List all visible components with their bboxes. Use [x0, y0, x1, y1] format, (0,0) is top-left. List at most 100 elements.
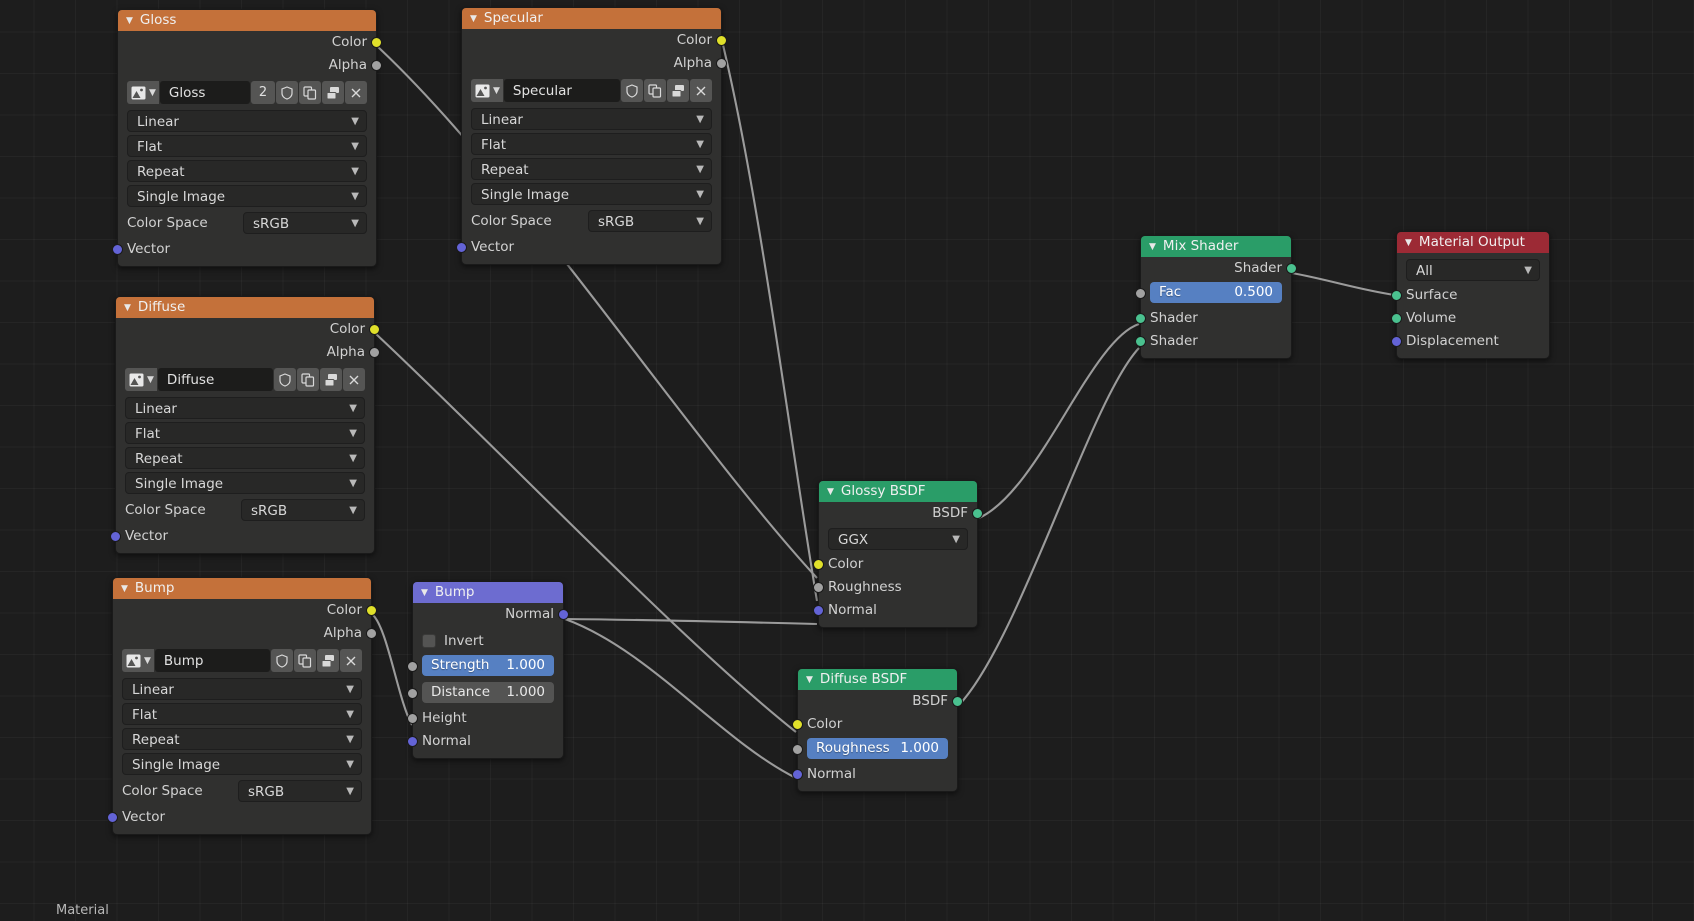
colorspace-dropdown[interactable]: sRGB ▼: [243, 212, 367, 234]
output-socket-alpha[interactable]: Alpha: [462, 52, 727, 75]
socket-roughness-in[interactable]: [792, 744, 803, 755]
collapse-triangle-icon[interactable]: ▼: [124, 298, 131, 319]
output-socket-alpha[interactable]: Alpha: [118, 54, 382, 77]
input-socket-roughness[interactable]: Roughness: [813, 576, 977, 599]
socket-normal-in[interactable]: [407, 735, 418, 747]
output-socket-color[interactable]: Color: [116, 318, 380, 341]
image-datablock-toolbar[interactable]: ▼ Diffuse: [125, 368, 365, 391]
input-socket-shader-2[interactable]: Shader: [1135, 330, 1291, 353]
image-datablock-icon[interactable]: ▼: [125, 368, 157, 391]
image-datablock-toolbar[interactable]: ▼ Bump: [122, 649, 362, 672]
image-name-field[interactable]: Bump: [154, 649, 270, 672]
close-icon[interactable]: [690, 79, 712, 102]
input-socket-vector[interactable]: Vector: [112, 238, 376, 261]
socket-bsdf-out[interactable]: [952, 695, 963, 707]
socket-distance-in[interactable]: [407, 688, 418, 699]
input-socket-height[interactable]: Height: [407, 707, 563, 730]
render-result-icon[interactable]: [322, 81, 344, 104]
socket-surface-in[interactable]: [1391, 289, 1402, 301]
input-socket-vector[interactable]: Vector: [456, 236, 721, 259]
projection-dropdown[interactable]: Flat ▼: [125, 422, 365, 444]
node-mix-shader[interactable]: ▼ Mix Shader Shader Fac 0.500 Shader Shade…: [1135, 235, 1297, 359]
socket-normal-out[interactable]: [558, 608, 569, 620]
colorspace-dropdown[interactable]: sRGB ▼: [241, 499, 365, 521]
node-header-bump[interactable]: ▼ Bump: [413, 582, 563, 603]
distance-slider-row[interactable]: Distance 1.000: [407, 682, 563, 707]
roughness-slider-row[interactable]: Roughness 1.000: [792, 738, 957, 763]
socket-alpha-out[interactable]: [371, 59, 382, 71]
image-datablock-icon[interactable]: ▼: [471, 79, 503, 102]
socket-shader-out[interactable]: [1286, 262, 1297, 274]
output-socket-alpha[interactable]: Alpha: [116, 341, 380, 364]
node-diffuse-image-texture[interactable]: ▼ Diffuse Color Alpha ▼ Diffuse Linear ▼…: [110, 296, 380, 554]
node-bump[interactable]: ▼ Bump Normal Invert Strength 1.000 Distan…: [407, 581, 569, 759]
input-socket-vector[interactable]: Vector: [107, 806, 371, 829]
duplicate-icon[interactable]: [644, 79, 666, 102]
image-datablock-icon[interactable]: ▼: [122, 649, 154, 672]
render-result-icon[interactable]: [317, 649, 339, 672]
socket-alpha-out[interactable]: [366, 627, 377, 639]
interpolation-dropdown[interactable]: Linear ▼: [125, 397, 365, 419]
output-socket-shader[interactable]: Shader: [1141, 257, 1297, 280]
collapse-triangle-icon[interactable]: ▼: [806, 670, 813, 691]
socket-roughness-in[interactable]: [813, 581, 824, 593]
input-socket-normal[interactable]: Normal: [407, 730, 563, 753]
socket-color-out[interactable]: [716, 34, 727, 46]
socket-bsdf-out[interactable]: [972, 507, 983, 519]
input-socket-volume[interactable]: Volume: [1391, 307, 1549, 330]
chevron-down-icon[interactable]: ▼: [147, 375, 154, 385]
shield-icon[interactable]: [274, 368, 296, 391]
socket-normal-in[interactable]: [792, 768, 803, 780]
socket-vector-in[interactable]: [107, 811, 118, 823]
fac-slider[interactable]: Fac 0.500: [1150, 282, 1282, 303]
socket-shader-in-1[interactable]: [1135, 312, 1146, 324]
node-header-gloss[interactable]: ▼ Gloss: [118, 10, 376, 31]
node-editor-canvas[interactable]: ▼ Gloss Color Alpha ▼ Gloss 2 Linear ▼ F…: [0, 0, 1694, 921]
socket-color-in[interactable]: [792, 718, 803, 730]
colorspace-dropdown[interactable]: sRGB ▼: [588, 210, 712, 232]
source-dropdown[interactable]: Single Image ▼: [127, 185, 367, 207]
node-header-glossy-bsdf[interactable]: ▼ Glossy BSDF: [819, 481, 977, 502]
close-icon[interactable]: [345, 81, 367, 104]
invert-checkbox-row[interactable]: Invert: [413, 629, 563, 653]
node-header-diffuse-texture[interactable]: ▼ Diffuse: [116, 297, 374, 318]
collapse-triangle-icon[interactable]: ▼: [827, 482, 834, 503]
extension-dropdown[interactable]: Repeat ▼: [122, 728, 362, 750]
node-header-bump-texture[interactable]: ▼ Bump: [113, 578, 371, 599]
socket-strength-in[interactable]: [407, 661, 418, 672]
target-dropdown[interactable]: All ▼: [1406, 259, 1540, 281]
interpolation-dropdown[interactable]: Linear ▼: [471, 108, 712, 130]
chevron-down-icon[interactable]: ▼: [493, 86, 500, 96]
render-result-icon[interactable]: [320, 368, 342, 391]
socket-vector-in[interactable]: [112, 243, 123, 255]
render-result-icon[interactable]: [667, 79, 689, 102]
input-socket-surface[interactable]: Surface: [1391, 284, 1549, 307]
duplicate-icon[interactable]: [299, 81, 321, 104]
image-datablock-toolbar[interactable]: ▼ Specular: [471, 79, 712, 102]
node-header-material-output[interactable]: ▼ Material Output: [1397, 232, 1549, 253]
collapse-triangle-icon[interactable]: ▼: [121, 579, 128, 600]
collapse-triangle-icon[interactable]: ▼: [421, 583, 428, 604]
node-specular-image-texture[interactable]: ▼ Specular Color Alpha ▼ Specular Linear…: [456, 7, 727, 265]
duplicate-icon[interactable]: [297, 368, 319, 391]
socket-volume-in[interactable]: [1391, 312, 1402, 324]
collapse-triangle-icon[interactable]: ▼: [126, 11, 133, 32]
output-socket-bsdf[interactable]: BSDF: [798, 690, 963, 713]
input-socket-normal[interactable]: Normal: [813, 599, 977, 622]
source-dropdown[interactable]: Single Image ▼: [125, 472, 365, 494]
input-socket-displacement[interactable]: Displacement: [1391, 330, 1549, 353]
image-name-field[interactable]: Specular: [503, 79, 620, 102]
node-header-diffuse-bsdf[interactable]: ▼ Diffuse BSDF: [798, 669, 957, 690]
collapse-triangle-icon[interactable]: ▼: [1149, 237, 1156, 258]
node-material-output[interactable]: ▼ Material Output All ▼ Surface Volume Dis…: [1391, 231, 1550, 359]
extension-dropdown[interactable]: Repeat ▼: [125, 447, 365, 469]
socket-alpha-out[interactable]: [716, 57, 727, 69]
image-datablock-icon[interactable]: ▼: [127, 81, 159, 104]
interpolation-dropdown[interactable]: Linear ▼: [127, 110, 367, 132]
output-socket-normal[interactable]: Normal: [413, 603, 569, 626]
collapse-triangle-icon[interactable]: ▼: [1405, 233, 1412, 254]
socket-fac-in[interactable]: [1135, 288, 1146, 299]
socket-alpha-out[interactable]: [369, 346, 380, 358]
input-socket-vector[interactable]: Vector: [110, 525, 374, 548]
strength-slider-row[interactable]: Strength 1.000: [407, 655, 563, 680]
